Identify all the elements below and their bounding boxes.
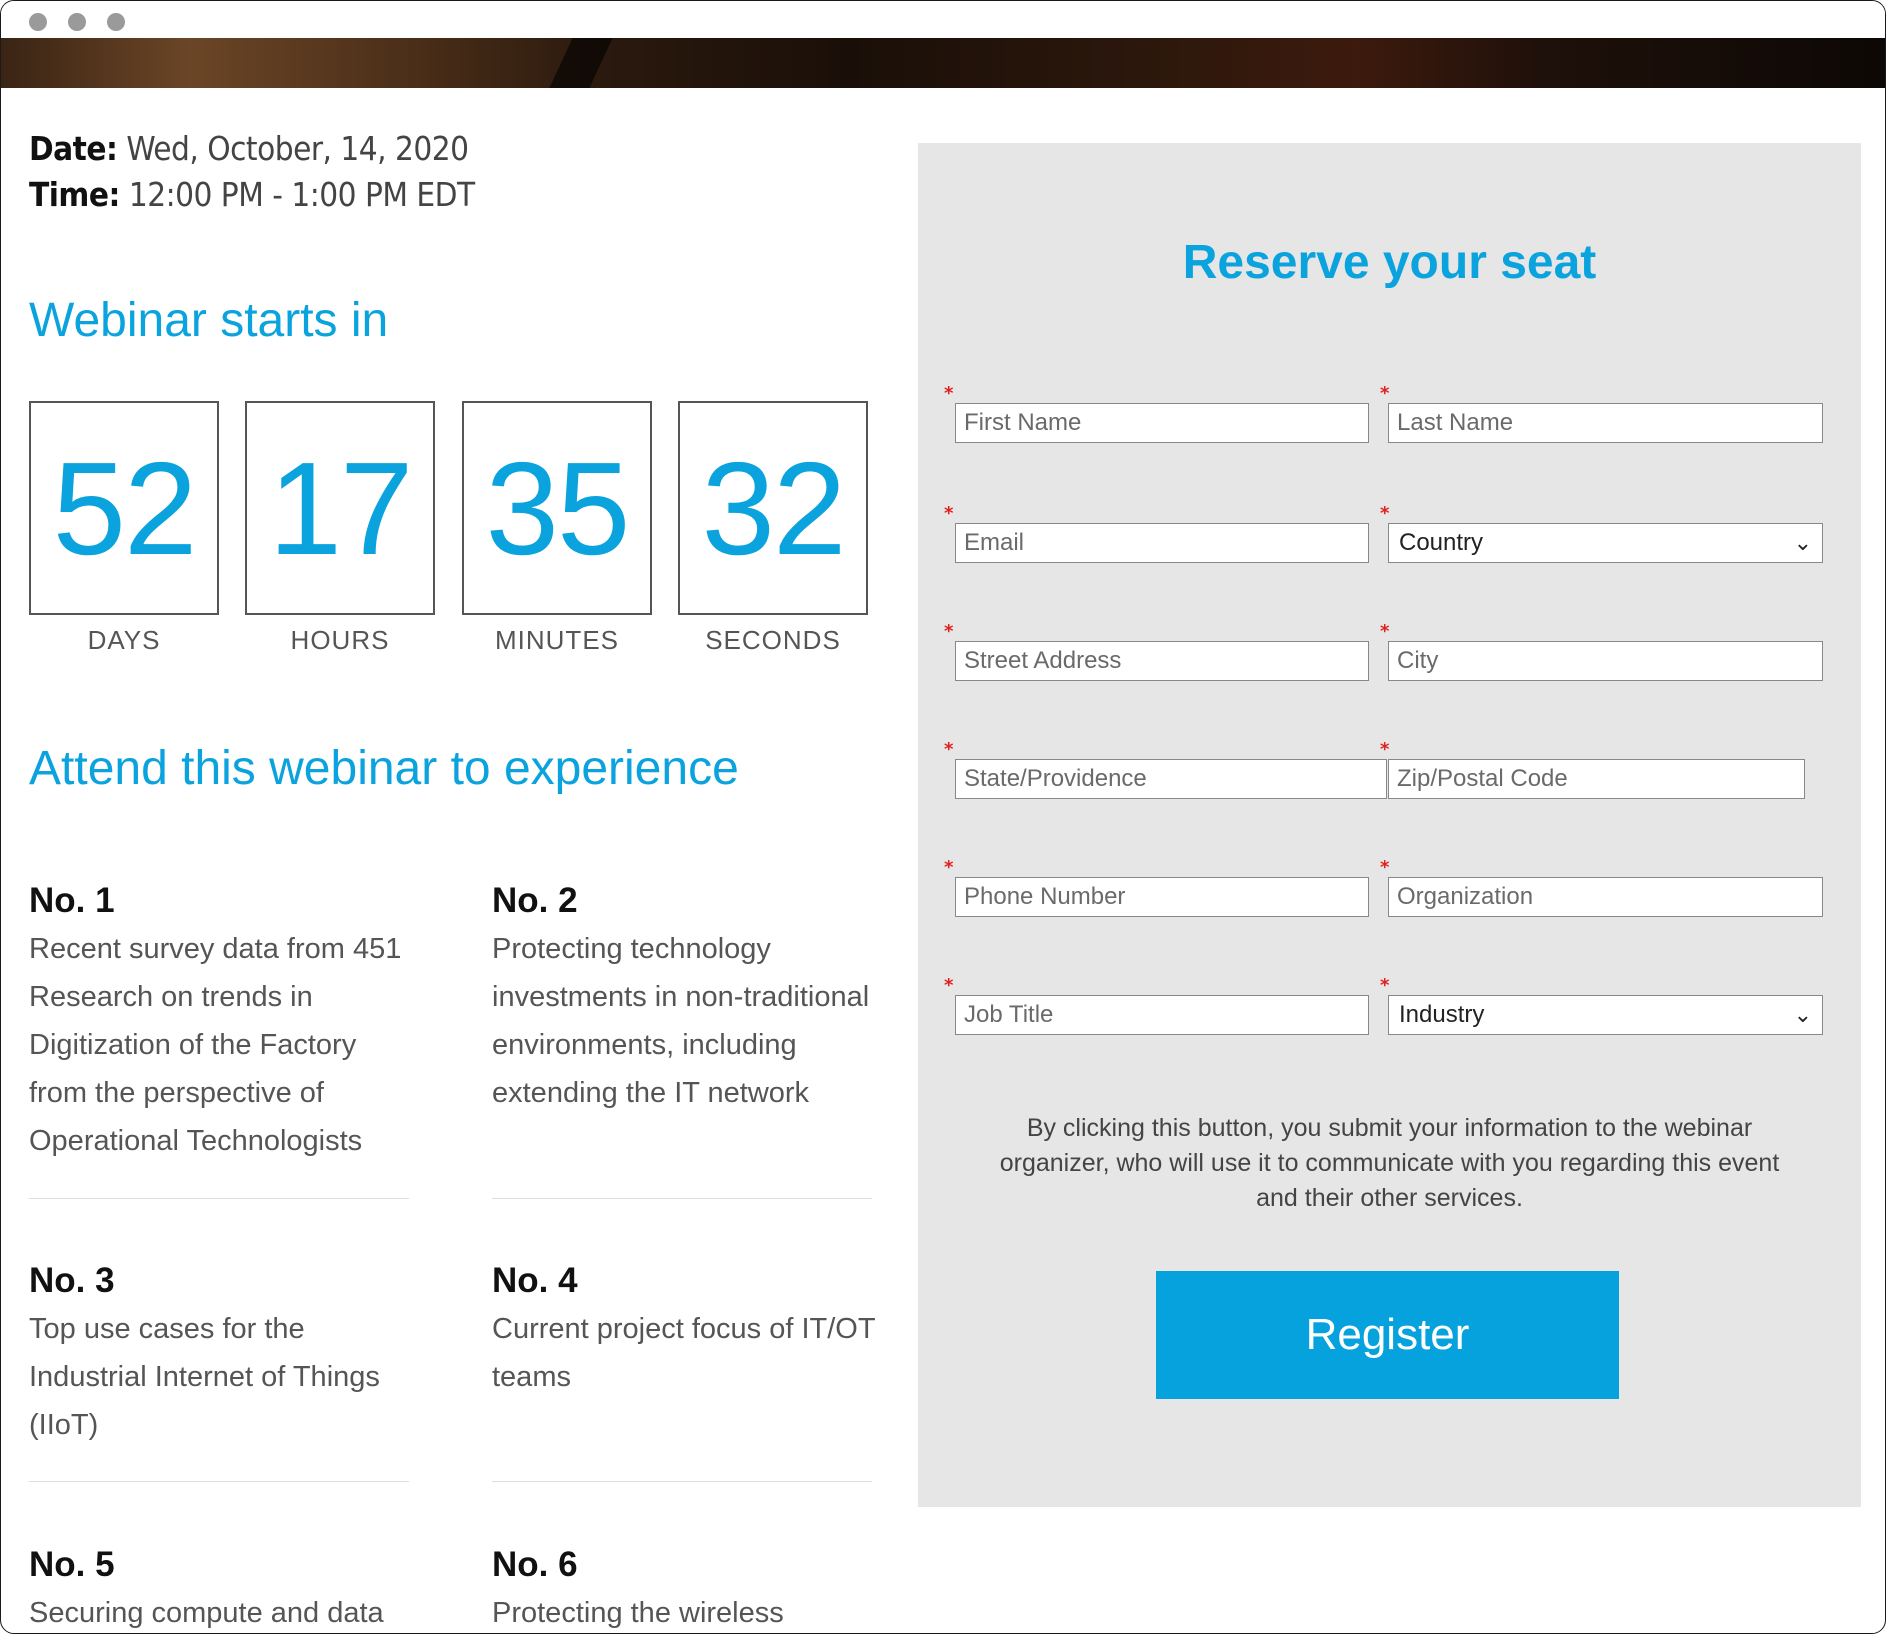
browser-window: Date: Wed, October, 14, 2020 Time: 12:00… <box>0 0 1886 1634</box>
countdown-hours-label: HOURS <box>290 625 390 655</box>
time-value: 12:00 PM - 1:00 PM EDT <box>128 175 475 214</box>
title-bar <box>1 1 1885 38</box>
required-mark: * <box>944 383 954 404</box>
required-mark: * <box>1380 383 1390 404</box>
required-mark: * <box>944 739 954 760</box>
last-name-input[interactable] <box>1388 403 1823 443</box>
industry-select[interactable]: Industry ⌄ <box>1388 995 1823 1035</box>
countdown-hours-box: 17 <box>245 401 435 615</box>
form-title: Reserve your seat <box>1182 236 1597 289</box>
date-value: Wed, October, 14, 2020 <box>126 129 469 168</box>
benefits-heading: Attend this webinar to experience <box>29 742 739 795</box>
country-select[interactable]: Country ⌄ <box>1388 523 1823 563</box>
benefit-number: No. 1 <box>29 881 115 920</box>
maximize-window-dot[interactable] <box>107 13 125 31</box>
benefit-divider <box>492 1481 872 1482</box>
street-address-input[interactable] <box>955 641 1369 681</box>
chevron-down-icon: ⌄ <box>1793 530 1812 555</box>
required-mark: * <box>944 975 954 996</box>
job-title-input[interactable] <box>955 995 1369 1035</box>
country-select-value: Country <box>1399 529 1484 556</box>
required-mark: * <box>1380 621 1390 642</box>
countdown-minutes-label: MINUTES <box>495 625 619 655</box>
chevron-down-icon: ⌄ <box>1793 1002 1812 1027</box>
first-name-input[interactable] <box>955 403 1369 443</box>
benefit-number: No. 2 <box>492 881 578 920</box>
benefit-text: Protecting technology investments in non… <box>492 933 870 1109</box>
consent-disclaimer: By clicking this button, you submit your… <box>999 1114 1780 1212</box>
registration-panel: Reserve your seat * * * * Country ⌄ * * … <box>918 143 1861 1507</box>
event-date: Date: Wed, October, 14, 2020 <box>29 129 469 168</box>
date-label: Date: <box>29 129 118 168</box>
benefit-number: No. 3 <box>29 1261 115 1300</box>
required-mark: * <box>944 857 954 878</box>
time-label: Time: <box>29 175 120 214</box>
countdown-days-label: DAYS <box>87 625 161 655</box>
zip-code-input[interactable] <box>1388 759 1805 799</box>
register-button[interactable]: Register <box>1156 1271 1619 1399</box>
countdown-seconds-label: SECONDS <box>705 625 841 655</box>
organization-input[interactable] <box>1388 877 1823 917</box>
hero-banner-image <box>1 38 1885 88</box>
benefit-divider <box>29 1481 409 1482</box>
state-input[interactable] <box>955 759 1387 799</box>
required-mark: * <box>1380 975 1390 996</box>
required-mark: * <box>944 621 954 642</box>
industry-select-value: Industry <box>1399 1001 1485 1028</box>
required-mark: * <box>1380 857 1390 878</box>
benefit-number: No. 5 <box>29 1545 115 1584</box>
benefit-number: No. 6 <box>492 1545 578 1584</box>
minimize-window-dot[interactable] <box>68 13 86 31</box>
benefit-divider <box>29 1198 409 1199</box>
city-input[interactable] <box>1388 641 1823 681</box>
email-input[interactable] <box>955 523 1369 563</box>
benefit-text: Securing compute and data <box>29 1597 384 1629</box>
benefit-text: Current project focus of IT/OT teams <box>492 1313 876 1393</box>
close-window-dot[interactable] <box>29 13 47 31</box>
countdown-heading: Webinar starts in <box>29 294 389 347</box>
required-mark: * <box>1380 739 1390 760</box>
required-mark: * <box>944 503 954 524</box>
benefit-text: Protecting the wireless <box>492 1597 784 1629</box>
benefit-text: Top use cases for the Industrial Interne… <box>29 1313 380 1441</box>
required-mark: * <box>1380 503 1390 524</box>
benefit-text: Recent survey data from 451 Research on … <box>29 933 402 1157</box>
benefit-number: No. 4 <box>492 1261 578 1300</box>
benefit-divider <box>492 1198 872 1199</box>
countdown-minutes-box: 35 <box>462 401 652 615</box>
event-time: Time: 12:00 PM - 1:00 PM EDT <box>29 175 475 214</box>
countdown-seconds-box: 32 <box>678 401 868 615</box>
countdown-days-box: 52 <box>29 401 219 615</box>
phone-number-input[interactable] <box>955 877 1369 917</box>
